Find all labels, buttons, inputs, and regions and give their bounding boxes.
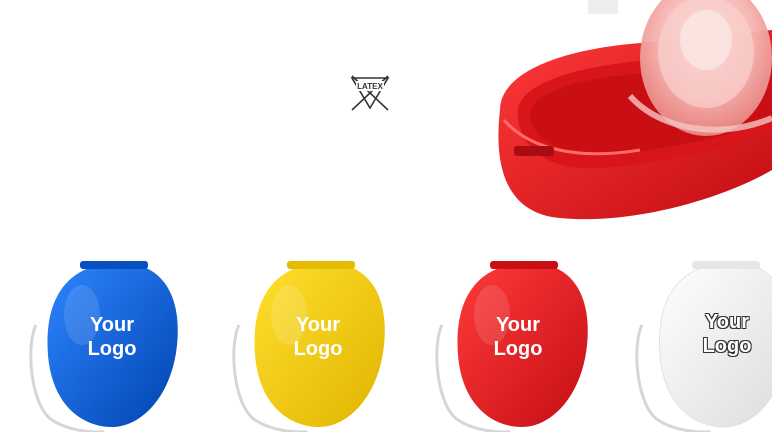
pouch-red-line1: Your [495, 314, 541, 336]
pouch-yellow: Your Logo [229, 255, 399, 434]
pouch-white: Your Logo [634, 255, 772, 434]
pouch-white-line1: Your [704, 311, 750, 333]
pouch-blue-line2: Logo [87, 338, 137, 360]
pouch-red-line2: Logo [493, 338, 543, 360]
latex-label: LATEX [357, 82, 383, 91]
pouch-yellow-line2: Logo [293, 338, 343, 360]
cpr-mask-case-icon [498, 0, 772, 220]
pouch-blue: Your Logo [22, 255, 192, 434]
pouch-white-line2: Logo [702, 335, 752, 357]
no-latex-icon: LATEX [350, 75, 390, 111]
pouch-blue-line1: Your [89, 314, 135, 336]
pouch-red: Your Logo [432, 255, 602, 434]
product-scene: LATEX Your Logo Your Logo Your Logo Your… [0, 0, 772, 434]
pouch-yellow-line1: Your [295, 314, 341, 336]
